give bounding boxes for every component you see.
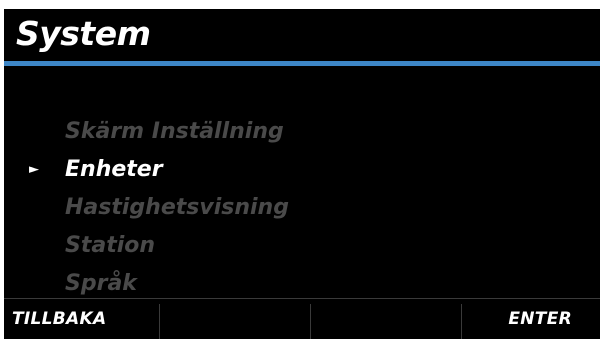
menu-item-label: Hastighetsvisning [65,195,289,220]
softkey-bar: TILLBAKA ENTER [4,298,600,339]
menu-item-station[interactable]: ► Station [4,227,600,265]
settings-menu: ► Skärm Inställning ► Enheter ► Hastighe… [4,113,600,303]
softkey-3-button[interactable] [311,299,461,339]
selection-pointer-icon: ► [29,162,39,177]
menu-item-label: Skärm Inställning [65,119,284,144]
menu-item-label: Enheter [65,157,163,182]
menu-item-hastighetsvisning[interactable]: ► Hastighetsvisning [4,189,600,227]
softkey-2-button[interactable] [160,299,310,339]
menu-item-label: Station [65,233,156,258]
header-divider [4,61,600,66]
enter-button[interactable]: ENTER [462,299,600,339]
menu-item-skarm-installning[interactable]: ► Skärm Inställning [4,113,600,151]
device-screen: System ► Skärm Inställning ► Enheter ► H… [0,0,608,347]
back-button[interactable]: TILLBAKA [4,299,159,339]
header: System [4,9,600,61]
enter-button-label: ENTER [508,309,572,329]
menu-display: System ► Skärm Inställning ► Enheter ► H… [4,9,600,339]
back-button-label: TILLBAKA [12,309,107,329]
page-title: System [16,14,151,53]
menu-item-enheter[interactable]: ► Enheter [4,151,600,189]
